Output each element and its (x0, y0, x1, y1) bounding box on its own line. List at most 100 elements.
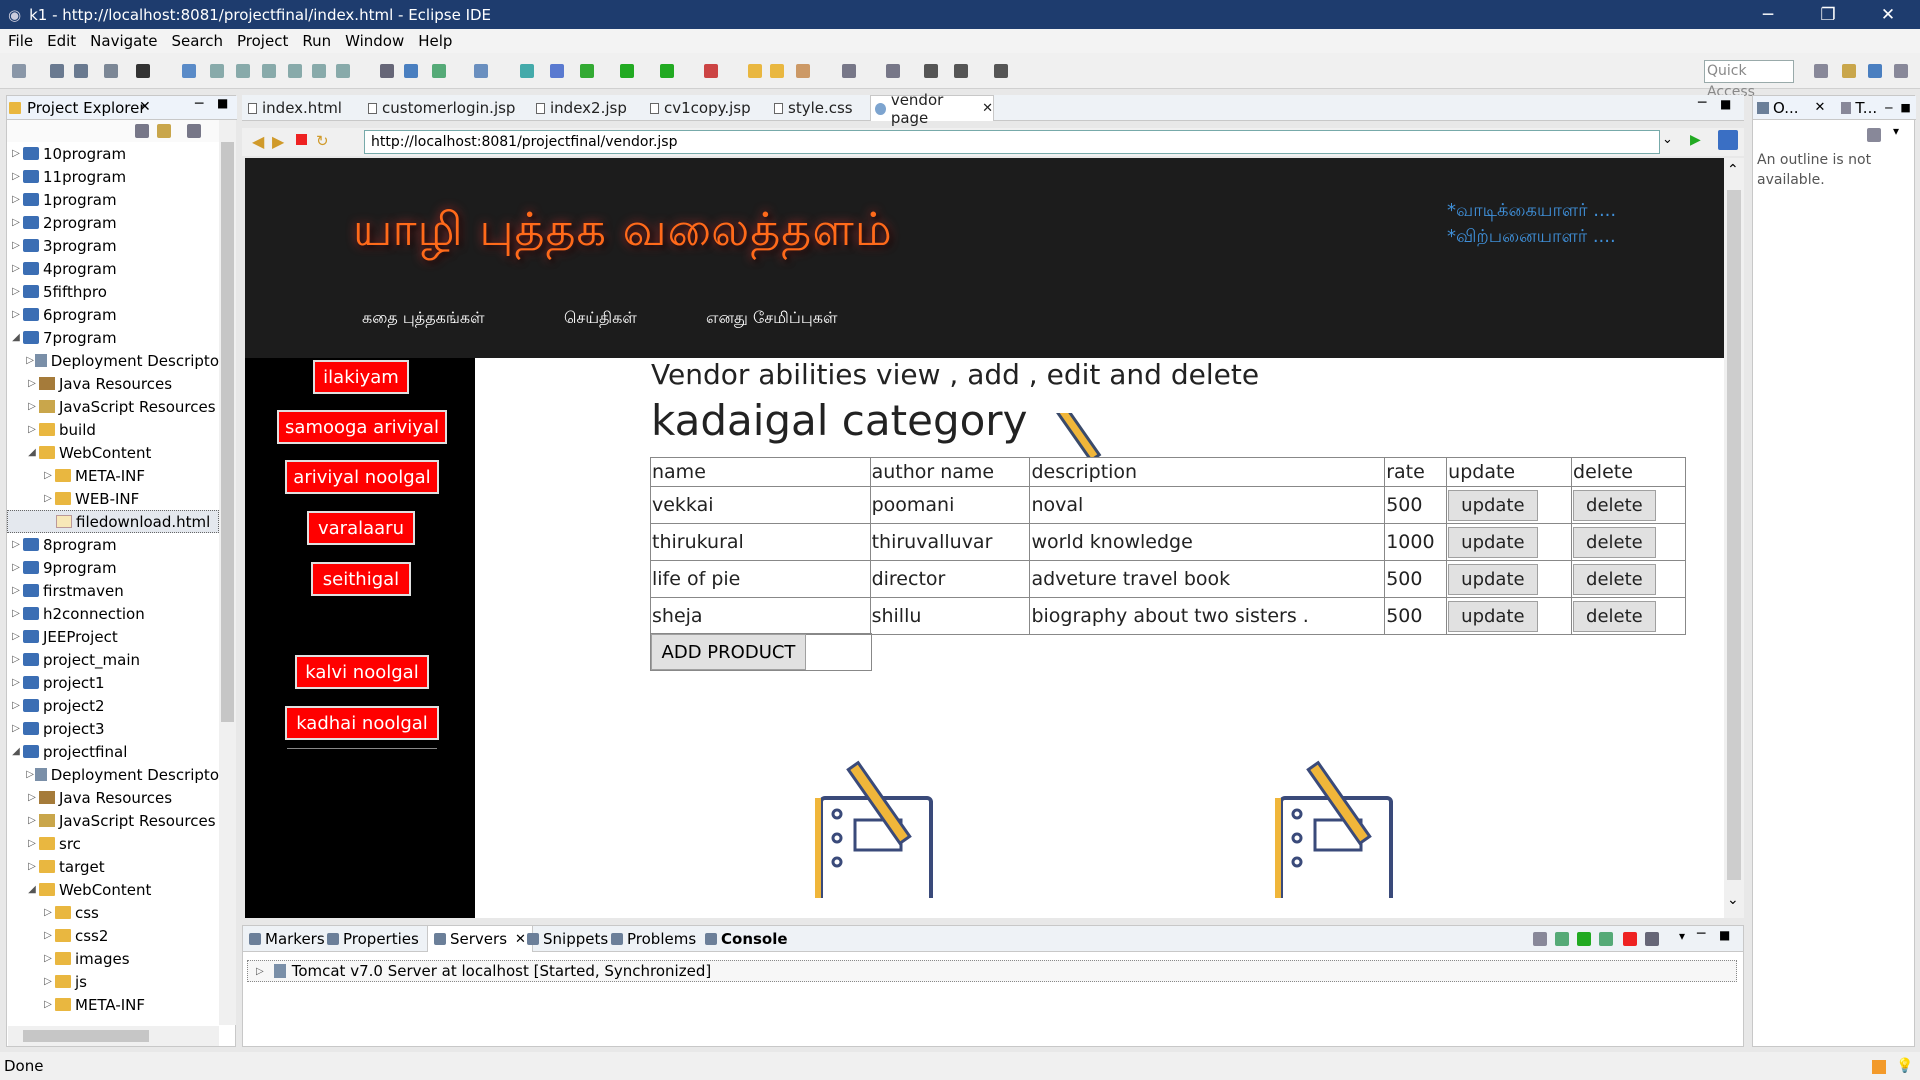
page-scroll-thumb[interactable] (1727, 190, 1741, 880)
close-tab-icon[interactable]: ✕ (982, 101, 993, 116)
profile-server-icon[interactable] (1599, 932, 1613, 946)
expand-arrow-icon[interactable]: ▷ (41, 493, 55, 504)
menu-run[interactable]: Run (302, 32, 331, 50)
step-into-icon[interactable] (288, 64, 302, 78)
debug-run-icon[interactable] (580, 64, 594, 78)
start-server-icon[interactable] (1577, 932, 1591, 946)
open-type-icon[interactable] (770, 64, 784, 78)
tree-item[interactable]: ▷ project3 (7, 717, 219, 740)
save-all-icon[interactable] (74, 64, 88, 78)
tree-item[interactable]: ◢ projectfinal (7, 740, 219, 763)
tree-item[interactable]: ▷ 8program (7, 533, 219, 556)
expand-arrow-icon[interactable]: ▷ (9, 171, 23, 182)
tree-item[interactable]: ▷ project1 (7, 671, 219, 694)
forward-arrow-icon[interactable]: ▶ (272, 132, 284, 151)
menu-window[interactable]: Window (345, 32, 404, 50)
expand-arrow-icon[interactable]: ▷ (9, 608, 23, 619)
step-return-icon[interactable] (336, 64, 350, 78)
expand-arrow-icon[interactable]: ▷ (9, 585, 23, 596)
expand-arrow-icon[interactable]: ▷ (25, 861, 39, 872)
expand-arrow-icon[interactable]: ▷ (41, 930, 55, 941)
expand-arrow-icon[interactable]: ▷ (41, 976, 55, 987)
tree-item[interactable]: ▷ JavaScript Resources (7, 395, 219, 418)
expand-arrow-icon[interactable]: ▷ (25, 838, 39, 849)
minimize-button[interactable]: ─ (1740, 0, 1796, 29)
search-icon[interactable] (550, 64, 564, 78)
url-dropdown-icon[interactable]: ⌄ (1662, 132, 1673, 147)
category-seithigal[interactable]: seithigal (311, 562, 411, 596)
nav-story-books[interactable]: கதை புத்தகங்கள் (362, 308, 485, 329)
perspective-java-icon[interactable] (1868, 64, 1882, 78)
tab-index2-jsp[interactable]: index2.jsp (536, 95, 636, 121)
explorer-scroll-thumb[interactable] (221, 142, 234, 722)
tree-item[interactable]: ▷ 4program (7, 257, 219, 280)
tree-item[interactable]: ▷ src (7, 832, 219, 855)
menu-project[interactable]: Project (237, 32, 288, 50)
close-outline-icon[interactable]: ✕ (1815, 100, 1826, 115)
expand-arrow-icon[interactable]: ▷ (25, 792, 39, 803)
web-browser-icon[interactable] (474, 64, 488, 78)
tree-item[interactable]: ▷ 11program (7, 165, 219, 188)
publish-icon[interactable] (1645, 932, 1659, 946)
category-ariviyal-noolgal[interactable]: ariviyal noolgal (285, 460, 439, 494)
tree-item[interactable]: ▷ 3program (7, 234, 219, 257)
print-icon[interactable] (104, 64, 118, 78)
expand-arrow-icon[interactable]: ▷ (9, 240, 23, 251)
expand-arrow-icon[interactable]: ▷ (9, 677, 23, 688)
collapse-all-icon[interactable] (135, 124, 149, 138)
tree-item[interactable]: ▷ js (7, 970, 219, 993)
back-icon[interactable] (924, 64, 938, 78)
resume-icon[interactable] (210, 64, 224, 78)
pencil-icon[interactable] (796, 64, 810, 78)
collapse-arrow-icon[interactable]: ◢ (25, 884, 39, 895)
run-as-icon[interactable] (660, 64, 674, 78)
nav-news[interactable]: செய்திகள் (564, 308, 637, 329)
tree-item[interactable]: ▷ project2 (7, 694, 219, 717)
collapse-arrow-icon[interactable]: ◢ (9, 746, 23, 757)
expand-icon[interactable]: ▷ (256, 966, 264, 977)
perspective-open-icon[interactable] (1814, 64, 1828, 78)
close-icon[interactable]: ✕ (139, 99, 151, 115)
outline-view-menu-icon[interactable]: ▾ (1893, 124, 1899, 138)
menu-search[interactable]: Search (171, 32, 223, 50)
globe-icon[interactable] (520, 64, 534, 78)
open-external-browser-icon[interactable] (1718, 130, 1738, 150)
terminate-icon[interactable] (262, 64, 276, 78)
quick-access-input[interactable]: Quick Access (1704, 60, 1794, 100)
link-editor-icon[interactable] (157, 124, 171, 138)
collapse-icon[interactable] (1533, 932, 1547, 946)
expand-arrow-icon[interactable]: ▷ (9, 148, 23, 159)
tree-item[interactable]: ▷ 2program (7, 211, 219, 234)
tab-cv1copy-jsp[interactable]: cv1copy.jsp (650, 95, 762, 121)
maximize-bottom-icon[interactable]: ■ (1719, 928, 1730, 942)
tree-item[interactable]: ▷ Java Resources (7, 786, 219, 809)
collapse-arrow-icon[interactable]: ◢ (9, 332, 23, 343)
next-annotation-icon[interactable] (842, 64, 856, 78)
expand-arrow-icon[interactable]: ▷ (9, 654, 23, 665)
tree-item[interactable]: filedownload.html (7, 510, 219, 533)
category-kadhai-noolgal[interactable]: kadhai noolgal (285, 706, 439, 740)
lightbulb-icon[interactable]: 💡 (1896, 1058, 1913, 1074)
tree-item[interactable]: ▷ 9program (7, 556, 219, 579)
tree-item[interactable]: ▷ css2 (7, 924, 219, 947)
prev-annotation-icon[interactable] (886, 64, 900, 78)
category-ilakiyam[interactable]: ilakiyam (313, 360, 409, 394)
tree-item[interactable]: ▷ build (7, 418, 219, 441)
tree-item[interactable]: ▷ target (7, 855, 219, 878)
expand-arrow-icon[interactable]: ▷ (9, 562, 23, 573)
outline-toolbar-icon[interactable] (1867, 128, 1881, 142)
expand-arrow-icon[interactable]: ▷ (41, 953, 55, 964)
new-server-icon[interactable] (432, 64, 446, 78)
expand-arrow-icon[interactable]: ▷ (25, 378, 39, 389)
minimize-bottom-icon[interactable]: ─ (1697, 926, 1705, 942)
menu-help[interactable]: Help (418, 32, 452, 50)
toggle-mark-icon[interactable] (404, 64, 418, 78)
role-customer-link[interactable]: *வாடிக்கையாளர் .... (1447, 200, 1616, 223)
delete-button[interactable]: delete (1573, 563, 1656, 595)
expand-arrow-icon[interactable]: ▷ (9, 631, 23, 642)
tree-item[interactable]: ▷ images (7, 947, 219, 970)
tree-item[interactable]: ◢ 7program (7, 326, 219, 349)
tree-item[interactable]: ▷ META-INF (7, 993, 219, 1016)
expand-arrow-icon[interactable]: ▷ (41, 999, 55, 1010)
view-menu-icon[interactable] (187, 124, 201, 138)
